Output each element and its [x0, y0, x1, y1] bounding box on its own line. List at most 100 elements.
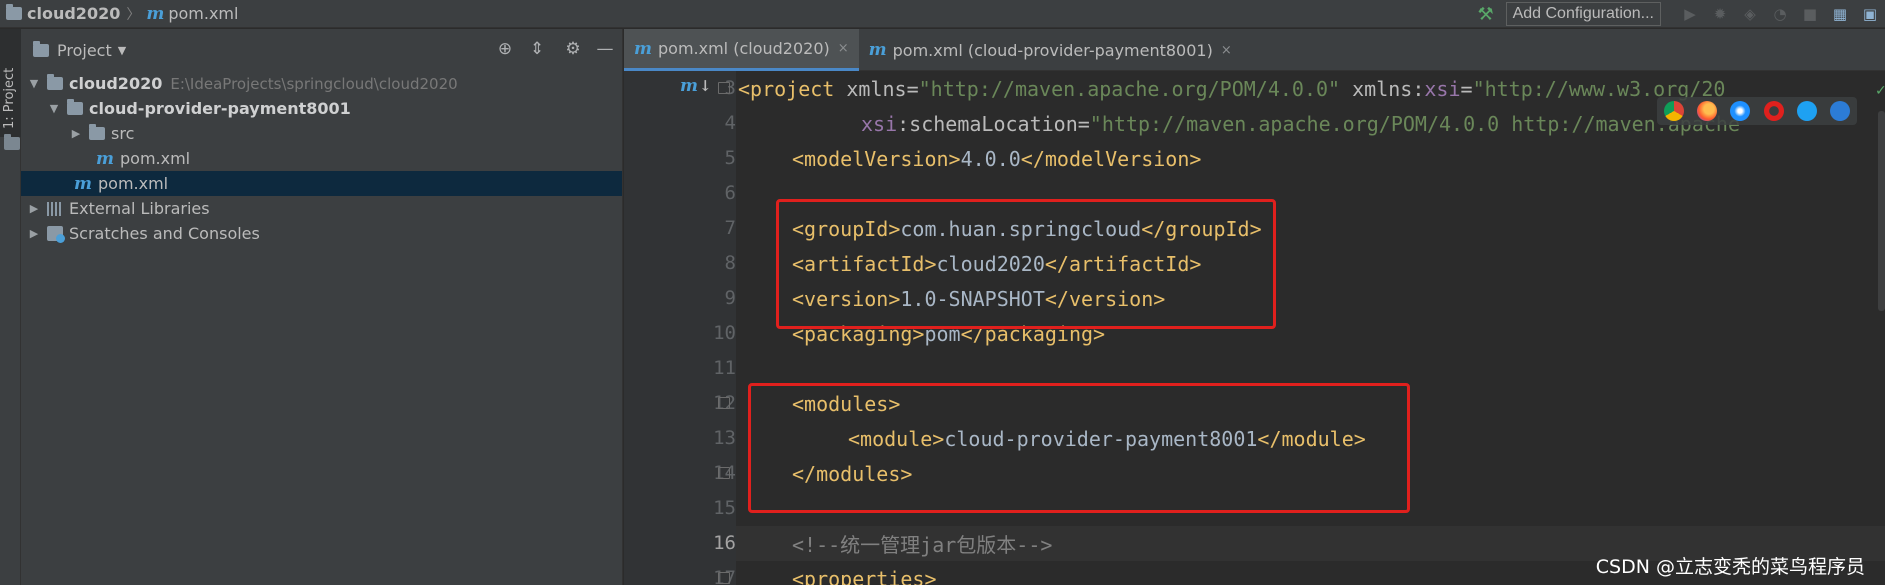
maven-icon: m	[96, 148, 114, 169]
attribute: xmlns	[846, 76, 907, 101]
tree-item-label: pom.xml	[120, 149, 191, 168]
namespace: xsi	[861, 111, 898, 136]
project-tool-window-tab[interactable]: 1: Project	[0, 29, 21, 150]
tree-item-external-libraries[interactable]: ▶ External Libraries	[21, 196, 622, 221]
maven-icon: m	[868, 40, 887, 60]
module-folder-icon	[47, 74, 63, 90]
tree-item-root-pom[interactable]: m pom.xml	[21, 171, 622, 196]
project-tool-icon	[4, 134, 20, 150]
editor-tab-bar: m pom.xml (cloud2020) × m pom.xml (cloud…	[624, 29, 1885, 71]
line-number: 11	[713, 357, 736, 379]
project-structure-icon[interactable]: ▦	[1829, 4, 1851, 24]
add-configuration-button[interactable]: Add Configuration...	[1505, 2, 1661, 26]
collapsed-arrow-icon[interactable]: ▶	[27, 227, 41, 240]
project-panel-header: Project ▼ ⊕ ⇕ ⚙ —	[21, 29, 622, 71]
project-panel-actions: ⊕ ⇕ ⚙ —	[484, 38, 616, 60]
tab-pom-cloud2020[interactable]: m pom.xml (cloud2020) ×	[624, 29, 859, 71]
fold-marker-icon[interactable]	[718, 572, 730, 584]
tree-item-src[interactable]: ▶ src	[21, 121, 622, 146]
tree-item-label: cloud-provider-payment8001	[89, 99, 351, 118]
tag-close: </modelVersion>	[1020, 146, 1202, 171]
close-icon[interactable]: ×	[1221, 43, 1232, 58]
namespace: xsi	[1424, 76, 1461, 101]
navigation-bar: cloud2020 〉 m pom.xml ⚒ Add Configuratio…	[0, 0, 1885, 28]
edge-icon[interactable]	[1830, 101, 1851, 121]
collapse-all-icon[interactable]: ⇕	[526, 38, 548, 60]
tree-item-label: pom.xml	[98, 174, 169, 193]
tree-item-label: Scratches and Consoles	[69, 224, 260, 243]
line-number: 8	[724, 252, 736, 274]
code-comment: <!--统一管理jar包版本-->	[792, 533, 1053, 557]
tab-label: pom.xml (cloud-provider-payment8001)	[892, 40, 1213, 60]
browser-preview-toolbar	[1657, 97, 1857, 125]
firefox-icon[interactable]	[1696, 101, 1717, 121]
fold-marker-icon[interactable]	[718, 467, 730, 479]
highlight-box-modules	[748, 383, 1410, 513]
breadcrumb-separator: 〉	[126, 6, 141, 23]
breadcrumb-project[interactable]: cloud2020	[27, 4, 120, 23]
colon: :	[897, 111, 910, 136]
tree-item-label: src	[111, 124, 135, 143]
tree-item-scratches[interactable]: ▶ Scratches and Consoles	[21, 221, 622, 246]
line-number: 7	[724, 217, 736, 239]
maven-icon: m	[74, 173, 92, 194]
safari-icon[interactable]	[1730, 101, 1751, 121]
watermark: CSDN @立志变秃的菜鸟程序员	[1595, 556, 1865, 578]
tree-item-module-pom[interactable]: m pom.xml	[21, 146, 622, 171]
fold-marker-icon[interactable]	[718, 397, 730, 409]
line-number: 13	[713, 427, 736, 449]
code-area[interactable]: <project xmlns = "http://maven.apache.org/…	[736, 71, 1885, 585]
tag-open: <project	[738, 76, 847, 101]
inspection-ok-icon[interactable]: ✓	[1875, 83, 1885, 99]
tab-label: pom.xml (cloud2020)	[658, 39, 830, 58]
equals: =	[906, 76, 919, 101]
tree-item-cloud2020[interactable]: ▼ cloud2020 E:\IdeaProjects\springcloud\…	[21, 71, 622, 96]
project-panel: Project ▼ ⊕ ⇕ ⚙ — ▼ cloud2020 E:\IdeaPro…	[21, 29, 623, 585]
line-number: 5	[724, 147, 736, 169]
breadcrumb: cloud2020 〉 m pom.xml	[0, 0, 238, 28]
code-line-4: xsi: schemaLocation = "http://maven.apache.…	[861, 106, 1740, 141]
coverage-icon[interactable]: ◈	[1739, 4, 1761, 24]
editor-gutter[interactable]: m↓ 3 4 5 6 7 8 9 10 11 12 13 14 15 16 17	[624, 71, 736, 585]
close-icon[interactable]: ×	[838, 41, 849, 56]
equals: =	[1460, 76, 1473, 101]
tree-item-cloud-provider-payment8001[interactable]: ▼ cloud-provider-payment8001	[21, 96, 622, 121]
chevron-down-icon[interactable]: ▼	[118, 44, 126, 57]
code-editor[interactable]: m↓ 3 4 5 6 7 8 9 10 11 12 13 14 15 16 17…	[624, 71, 1885, 585]
breadcrumb-file[interactable]: pom.xml	[168, 4, 238, 23]
colon: :	[1412, 76, 1425, 101]
fold-marker-icon[interactable]	[718, 82, 730, 94]
gear-icon[interactable]: ⚙	[562, 38, 584, 60]
debug-icon[interactable]: ✹	[1709, 4, 1731, 24]
attribute: xmlns	[1352, 76, 1413, 101]
editor-scrollbar[interactable]	[1878, 111, 1885, 311]
tree-item-label: cloud2020	[69, 74, 163, 93]
stop-icon[interactable]: ■	[1799, 4, 1821, 24]
tab-pom-cloud-provider-payment8001[interactable]: m pom.xml (cloud-provider-payment8001) ×	[859, 29, 1242, 71]
collapsed-arrow-icon[interactable]: ▶	[69, 127, 83, 140]
build-hammer-icon[interactable]: ⚒	[1477, 4, 1493, 25]
line-number: 9	[724, 287, 736, 309]
collapsed-arrow-icon[interactable]: ▶	[27, 202, 41, 215]
opera-icon[interactable]	[1763, 101, 1784, 121]
attribute: schemaLocation	[909, 111, 1078, 136]
project-folder-icon	[6, 4, 22, 20]
tag-open: <properties>	[792, 566, 937, 585]
profile-icon[interactable]: ◔	[1769, 4, 1791, 24]
chrome-icon[interactable]	[1663, 101, 1684, 121]
run-icon[interactable]: ▶	[1679, 4, 1701, 24]
tag-open: <modelVersion>	[792, 146, 961, 171]
internet-explorer-icon[interactable]	[1796, 101, 1817, 121]
tag-text: 4.0.0	[960, 146, 1021, 171]
expanded-arrow-icon[interactable]: ▼	[27, 77, 41, 90]
code-line-17: <properties>	[792, 561, 937, 585]
line-number: 10	[713, 322, 736, 344]
locate-target-icon[interactable]: ⊕	[494, 38, 516, 60]
expanded-arrow-icon[interactable]: ▼	[47, 102, 61, 115]
project-view-selector[interactable]: Project	[57, 41, 112, 60]
code-line-5: <modelVersion> 4.0.0 </modelVersion>	[792, 141, 1201, 176]
hide-minimize-icon[interactable]: —	[594, 38, 616, 60]
equals: =	[1077, 111, 1090, 136]
sdk-manager-icon[interactable]: ▣	[1859, 4, 1881, 24]
